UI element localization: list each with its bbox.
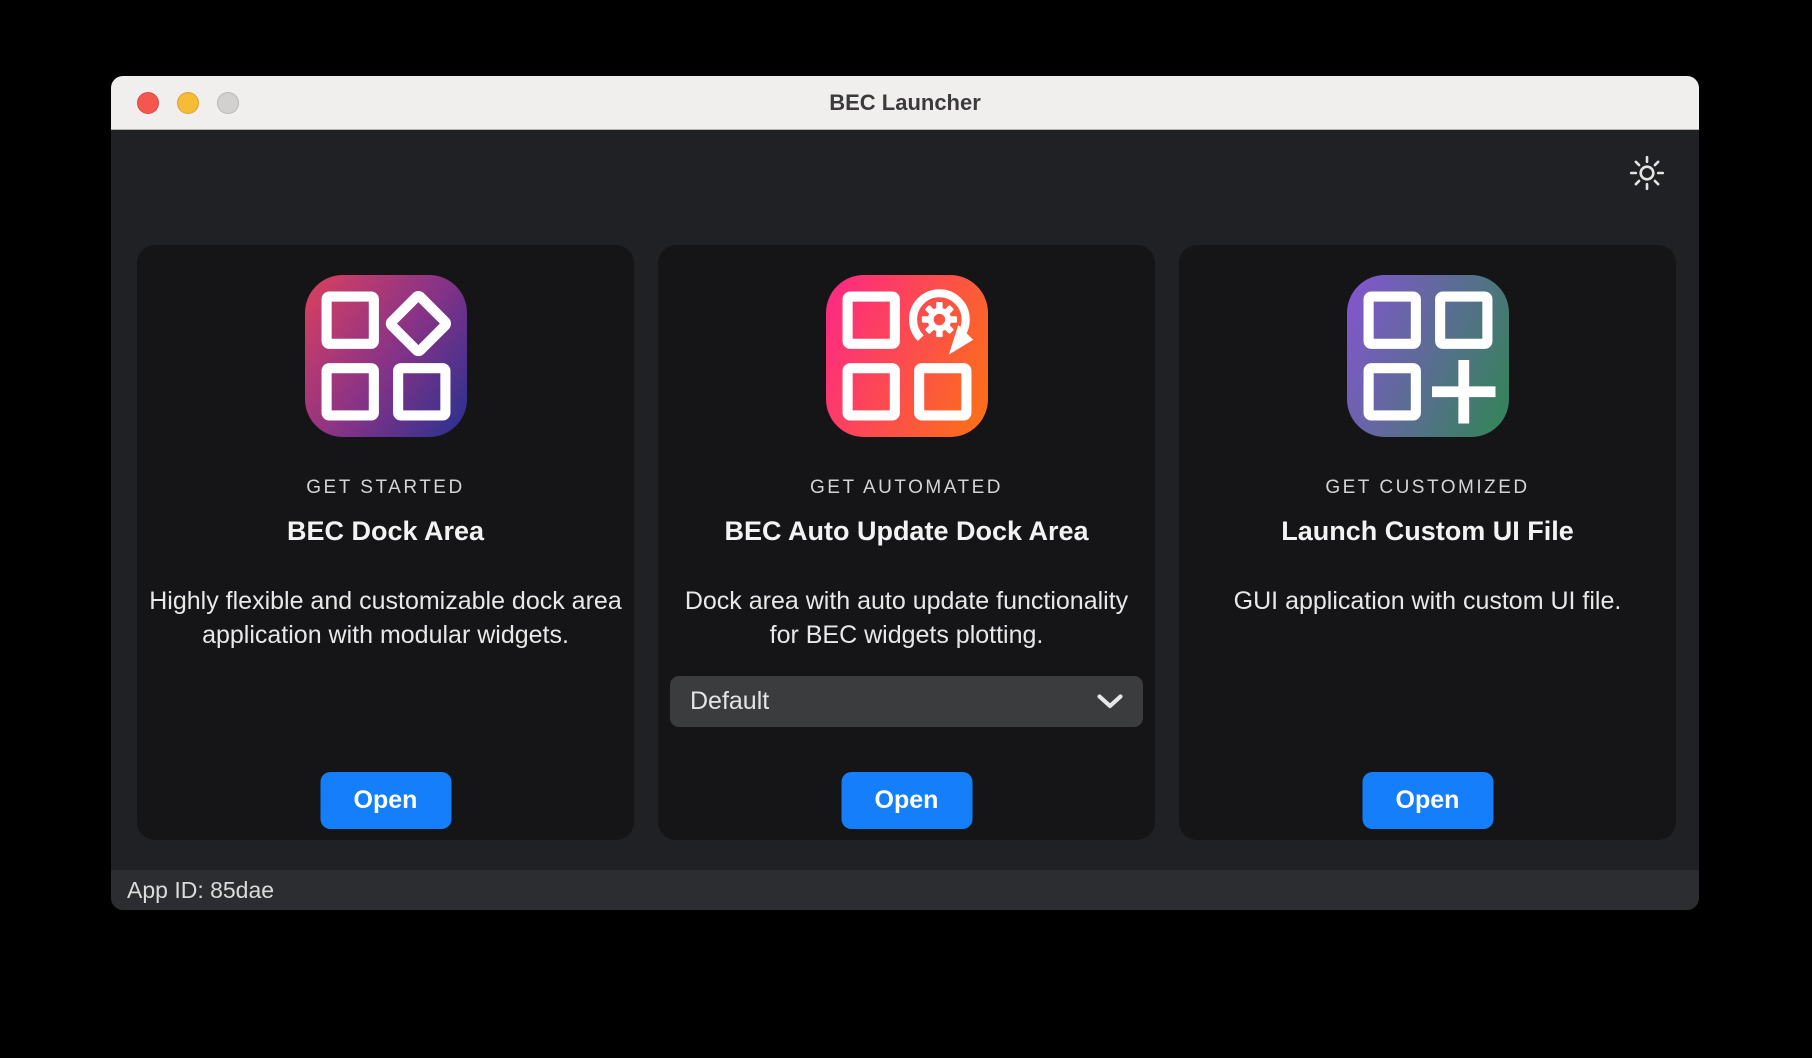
launcher-content: GET STARTED BEC Dock Area Highly flexibl… [111, 130, 1699, 870]
card-eyebrow: GET CUSTOMIZED [1325, 477, 1529, 499]
app-id-label: App ID: 85dae [127, 877, 274, 904]
card-description: Highly flexible and customizable dock ar… [137, 584, 634, 652]
open-custom-ui-button[interactable]: Open [1362, 772, 1493, 829]
card-description: Dock area with auto update functionality… [658, 584, 1155, 652]
dropdown-selected-value: Default [690, 687, 769, 716]
card-get-customized: GET CUSTOMIZED Launch Custom UI File GUI… [1179, 245, 1676, 840]
dock-area-app-icon [305, 275, 467, 437]
open-auto-update-button[interactable]: Open [841, 772, 972, 829]
card-title: BEC Dock Area [287, 516, 484, 547]
launcher-cards: GET STARTED BEC Dock Area Highly flexibl… [137, 245, 1676, 840]
open-dock-area-button[interactable]: Open [320, 772, 451, 829]
bec-launcher-window: BEC Launcher [111, 76, 1699, 910]
traffic-lights [137, 76, 239, 129]
card-get-started: GET STARTED BEC Dock Area Highly flexibl… [137, 245, 634, 840]
card-title: Launch Custom UI File [1281, 516, 1574, 547]
card-title: BEC Auto Update Dock Area [724, 516, 1088, 547]
status-bar: App ID: 85dae [111, 870, 1699, 910]
custom-ui-app-icon [1347, 275, 1509, 437]
update-config-dropdown[interactable]: Default [670, 676, 1143, 727]
card-eyebrow: GET AUTOMATED [810, 477, 1003, 499]
zoom-button[interactable] [217, 92, 239, 114]
minimize-button[interactable] [177, 92, 199, 114]
window-title: BEC Launcher [829, 90, 981, 116]
close-button[interactable] [137, 92, 159, 114]
window-titlebar[interactable]: BEC Launcher [111, 76, 1699, 130]
card-description: GUI application with custom UI file. [1222, 584, 1634, 618]
theme-toggle-button[interactable] [1628, 154, 1666, 192]
chevron-down-icon [1097, 694, 1123, 709]
card-get-automated: GET AUTOMATED BEC Auto Update Dock Area … [658, 245, 1155, 840]
card-eyebrow: GET STARTED [306, 477, 464, 499]
auto-update-app-icon [826, 275, 988, 437]
sun-icon [1628, 154, 1666, 192]
